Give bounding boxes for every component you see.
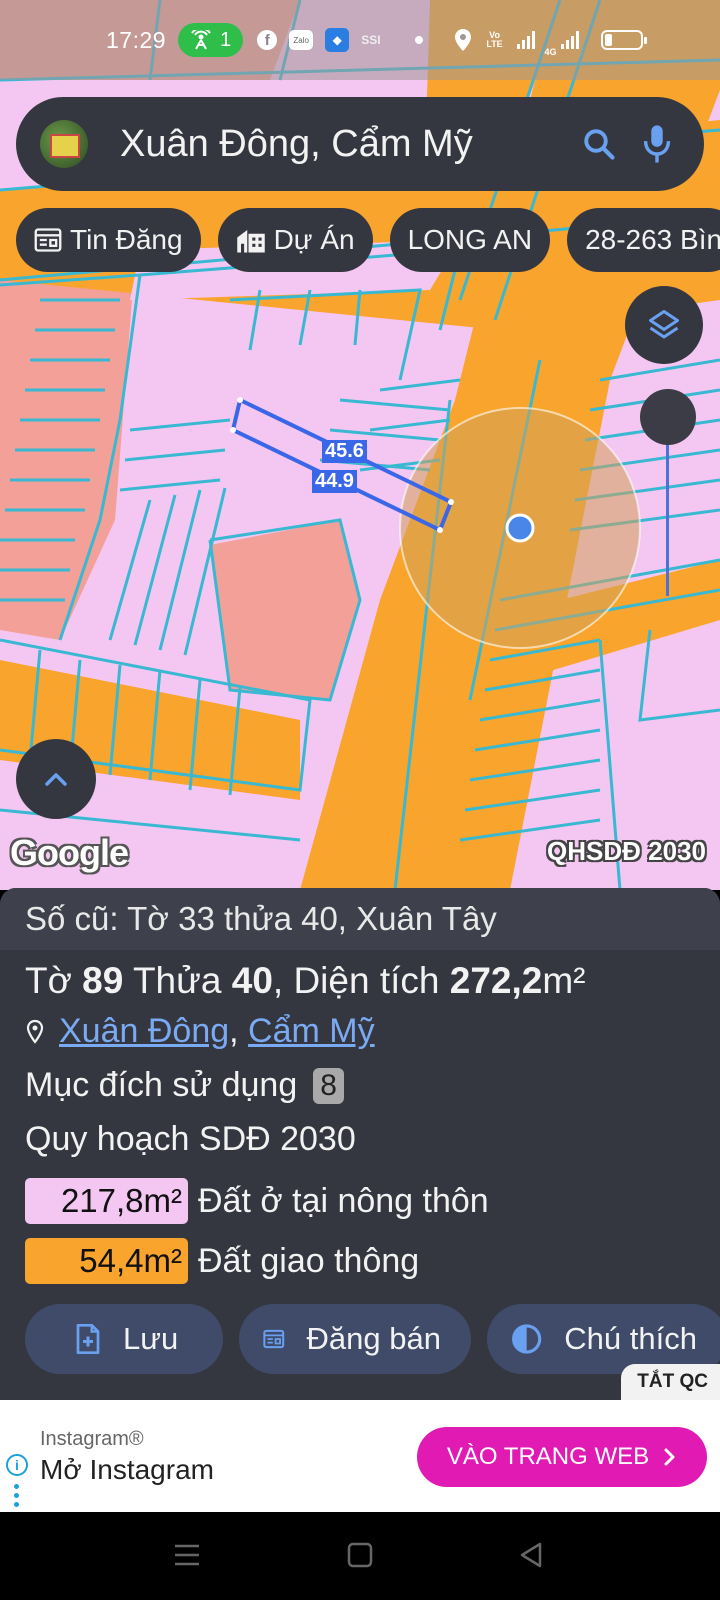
my-location-dot: [505, 513, 535, 543]
home-icon[interactable]: [345, 1540, 375, 1570]
status-time: 17:29: [106, 26, 167, 53]
signal-2-icon: [560, 31, 579, 49]
purpose-label: Mục đích sử dụng: [25, 1066, 298, 1104]
chip-28-263[interactable]: 28-263 Bìn: [567, 208, 720, 272]
purpose-count-badge: 8: [313, 1067, 344, 1104]
ad-cta-label: VÀO TRANG WEB: [446, 1443, 650, 1470]
save-button[interactable]: Lưu: [25, 1304, 223, 1374]
expand-panel-button[interactable]: [16, 739, 96, 819]
post-for-sale-button[interactable]: Đăng bán: [239, 1304, 471, 1374]
search-bar[interactable]: Xuân Đông, Cẩm Mỹ: [16, 97, 704, 191]
area-row-traffic: 54,4m² Đất giao thông: [25, 1238, 419, 1284]
microphone-icon: [643, 125, 671, 163]
parcel-summary: Tờ 89 Thửa 40, Diện tích 272,2m²: [25, 960, 586, 1002]
hotspot-indicator: 1: [178, 23, 244, 57]
building-icon: [236, 230, 265, 253]
hotspot-count: 1: [220, 28, 232, 51]
avatar[interactable]: [40, 120, 88, 168]
app-icon: ◆: [325, 28, 350, 52]
save-label: Lưu: [123, 1321, 179, 1356]
status-bar: 17:29 1 f Zalo ◆ SSI Vo LTE 4G: [0, 0, 720, 80]
area-type-label: Đất giao thông: [198, 1241, 420, 1280]
chip-label: LONG AN: [407, 224, 533, 255]
listing-icon: [34, 228, 62, 252]
location-separator: ,: [229, 1012, 239, 1050]
network-type: 4G: [544, 47, 557, 57]
sell-label: Đăng bán: [306, 1321, 441, 1356]
plot-number: 40: [231, 960, 273, 1001]
add-document-icon: [76, 1324, 100, 1354]
plan-layer-label: QHSDĐ 2030: [547, 836, 706, 866]
chip-du-an[interactable]: Dự Án: [217, 208, 373, 272]
district-link[interactable]: Cẩm Mỹ: [248, 1012, 375, 1050]
commune-link[interactable]: Xuân Đông: [59, 1012, 229, 1050]
area-value: 272,2: [449, 960, 543, 1001]
chevron-right-icon: [664, 1448, 675, 1466]
chip-label: Tin Đăng: [70, 224, 183, 255]
action-buttons: Lưu Đăng bán Chú thích: [25, 1304, 720, 1374]
listing-icon: [263, 1329, 285, 1349]
chip-long-an[interactable]: LONG AN: [389, 208, 551, 272]
volte-icon: Vo LTE: [486, 30, 503, 49]
layers-icon: [649, 310, 679, 339]
measure-label-top: 45.6: [322, 440, 367, 463]
zalo-icon: Zalo: [289, 30, 314, 50]
ssi-icon: SSI: [361, 33, 381, 47]
ad-cta-button[interactable]: VÀO TRANG WEB: [417, 1427, 707, 1487]
voice-search-button[interactable]: [628, 115, 686, 173]
measure-label-bottom: 44.9: [312, 470, 357, 493]
zoom-track[interactable]: [666, 440, 669, 596]
more-notifications-dot: [414, 36, 423, 44]
area-row-residential: 217,8m² Đất ở tại nông thôn: [25, 1178, 489, 1224]
location-pin-icon: [26, 1019, 44, 1044]
ad-menu-icon[interactable]: [14, 1484, 19, 1511]
ad-banner[interactable]: i Instagram® Mở Instagram VÀO TRANG WEB: [0, 1400, 720, 1512]
chip-tin-dang[interactable]: Tin Đăng: [16, 208, 201, 272]
search-input[interactable]: Xuân Đông, Cẩm Mỹ: [120, 123, 570, 166]
area-value-box: 217,8m²: [25, 1178, 188, 1224]
search-button[interactable]: [570, 115, 628, 173]
contrast-icon: [512, 1324, 542, 1354]
chip-label: 28-263 Bìn: [585, 224, 720, 255]
ad-title: Mở Instagram: [40, 1454, 214, 1485]
layers-button[interactable]: [625, 286, 703, 364]
old-reference: Số cũ: Tờ 33 thửa 40, Xuân Tây: [0, 888, 720, 950]
ad-off-button[interactable]: TẮT QC: [621, 1364, 720, 1400]
location-icon: [454, 29, 471, 51]
plot-label: Thửa: [132, 960, 222, 1001]
filter-chips: Tin Đăng Dự Án LONG AN 28-263 Bìn: [16, 208, 720, 272]
signal-1-icon: [516, 31, 535, 49]
area-type-label: Đất ở tại nông thôn: [198, 1181, 489, 1220]
land-use-purpose[interactable]: Mục đích sử dụng 8: [25, 1066, 344, 1105]
area-value-box: 54,4m²: [25, 1238, 188, 1284]
chip-label: Dự Án: [273, 224, 355, 255]
back-icon[interactable]: [516, 1540, 546, 1570]
sheet-label: Tờ: [25, 960, 72, 1001]
location-line: Xuân Đông, Cẩm Mỹ: [25, 1012, 375, 1051]
parcel-info-panel: Số cũ: Tờ 33 thửa 40, Xuân Tây Tờ 89 Thử…: [0, 888, 720, 1400]
hotspot-icon: [191, 30, 211, 50]
battery-icon: [600, 30, 647, 50]
system-navigation-bar: [0, 1512, 720, 1600]
facebook-icon: f: [257, 30, 278, 50]
zoom-slider-knob[interactable]: [640, 389, 696, 445]
menu-icon[interactable]: [172, 1540, 202, 1570]
sheet-number: 89: [82, 960, 124, 1001]
ad-brand: Instagram®: [40, 1428, 144, 1450]
ad-info-icon[interactable]: i: [6, 1454, 28, 1476]
google-logo: Google: [10, 832, 129, 873]
area-label: , Diện tích: [272, 960, 440, 1001]
chevron-up-icon: [45, 773, 67, 786]
search-icon: [584, 129, 615, 160]
area-unit: m²: [542, 960, 586, 1001]
plan-heading: Quy hoạch SDĐ 2030: [25, 1120, 356, 1158]
legend-label: Chú thích: [564, 1321, 697, 1356]
